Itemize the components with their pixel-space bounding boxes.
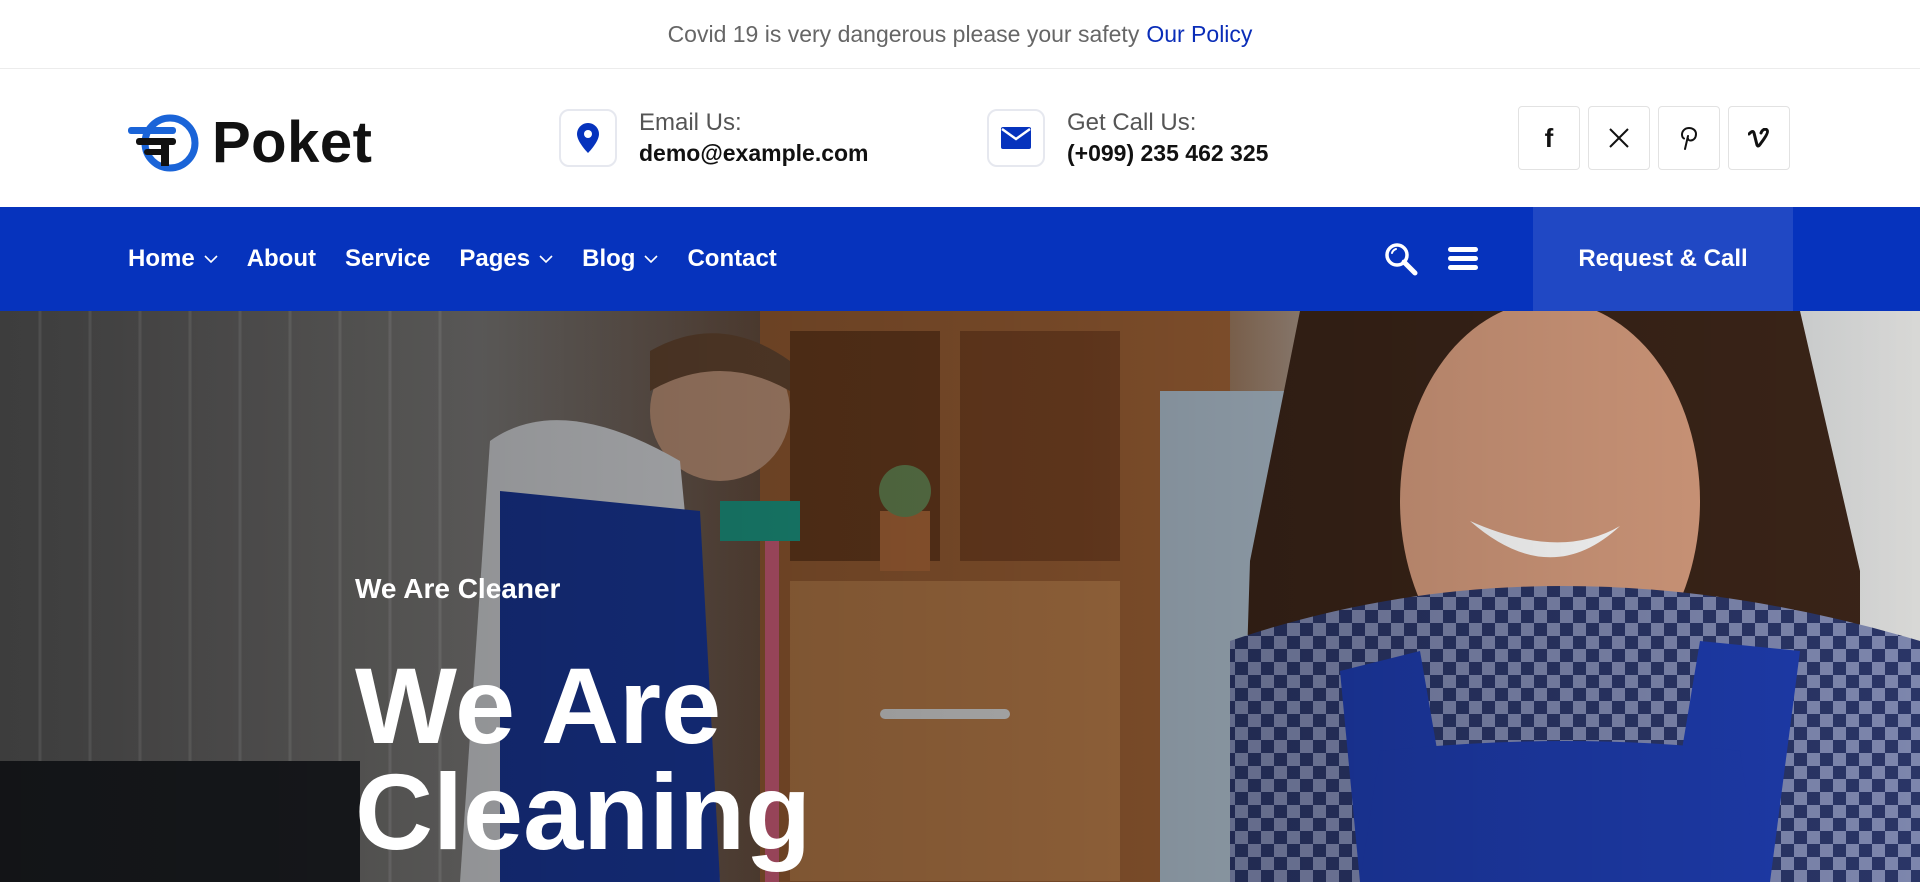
location-pin-icon <box>559 109 617 167</box>
nav-item-pages[interactable]: Pages <box>459 245 553 273</box>
social-links: f <box>1518 106 1790 170</box>
site-header: Poket Email Us: demo@example.com Get Cal… <box>0 69 1920 207</box>
nav-item-about-label: About <box>246 245 316 272</box>
hero-subtitle: We Are Cleaner <box>355 573 561 604</box>
facebook-button[interactable]: f <box>1518 106 1580 170</box>
nav-item-blog-label: Blog <box>582 245 636 272</box>
chevron-down-icon <box>644 254 659 263</box>
nav-item-blog[interactable]: Blog <box>582 245 659 273</box>
nav-item-contact-label: Contact <box>687 245 777 272</box>
nav-item-home[interactable]: Home <box>128 245 218 273</box>
hero-background-image <box>0 311 1920 882</box>
pinterest-icon <box>1680 127 1698 150</box>
logo-text: Poket <box>212 110 373 175</box>
vimeo-button[interactable] <box>1728 106 1790 170</box>
nav-item-pages-label: Pages <box>459 245 531 272</box>
facebook-icon: f <box>1544 122 1554 153</box>
hero-title-line-2: Cleaning <box>355 751 812 872</box>
email-label: Email Us: <box>639 109 742 136</box>
hero-section: We Are Cleaner We Are Cleaning <box>0 311 1920 882</box>
chevron-down-icon <box>204 254 218 263</box>
search-icon[interactable] <box>1384 242 1418 276</box>
nav-menu: Home About Service Pages Blog Contact <box>128 207 806 311</box>
hero-title: We Are Cleaning <box>355 645 812 872</box>
pinterest-button[interactable] <box>1658 106 1720 170</box>
chevron-down-icon <box>539 254 553 263</box>
nav-item-contact[interactable]: Contact <box>687 245 776 273</box>
envelope-icon <box>987 109 1045 167</box>
our-policy-link[interactable]: Our Policy <box>1146 21 1252 48</box>
x-twitter-button[interactable] <box>1588 106 1650 170</box>
phone-value[interactable]: (+099) 235 462 325 <box>1067 138 1268 168</box>
nav-tools <box>1384 207 1478 311</box>
nav-item-home-label: Home <box>128 245 195 272</box>
contact-phone: Get Call Us: (+099) 235 462 325 <box>987 108 1268 168</box>
email-value[interactable]: demo@example.com <box>639 138 869 168</box>
vimeo-icon <box>1748 128 1769 148</box>
nav-item-service-label: Service <box>345 245 431 272</box>
covid-notice-text: Covid 19 is very dangerous please your s… <box>667 20 1140 47</box>
phone-label: Get Call Us: <box>1067 109 1197 136</box>
contact-email: Email Us: demo@example.com <box>559 108 869 168</box>
request-call-button[interactable]: Request & Call <box>1533 207 1793 311</box>
hero-title-line-1: We Are <box>355 645 722 766</box>
hamburger-menu-icon[interactable] <box>1448 246 1478 272</box>
nav-item-about[interactable]: About <box>247 245 316 273</box>
nav-item-service[interactable]: Service <box>345 245 430 273</box>
logo-mark-icon <box>128 114 199 171</box>
site-logo[interactable]: Poket <box>128 109 372 176</box>
x-icon <box>1609 128 1629 148</box>
main-nav: Home About Service Pages Blog Contact Re… <box>0 207 1920 311</box>
top-notice-bar: Covid 19 is very dangerous please your s… <box>0 0 1920 69</box>
